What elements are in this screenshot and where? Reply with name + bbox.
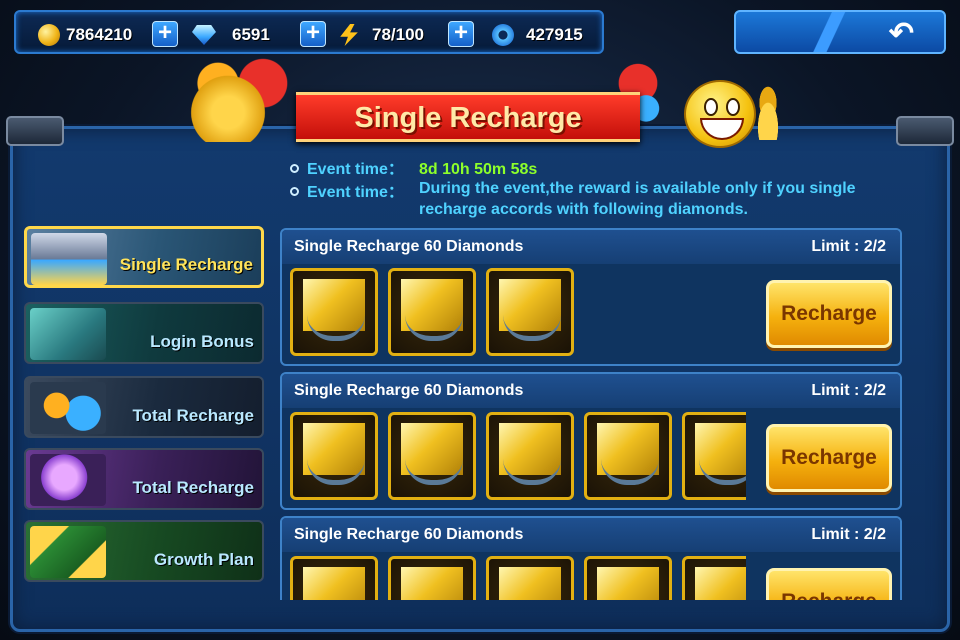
tab-label: Total Recharge <box>132 406 254 425</box>
gold-crystal-icon <box>695 567 746 600</box>
back-button[interactable]: ↶ <box>734 10 946 54</box>
event-countdown: Event time： 8d 10h 50m 58s <box>290 155 537 179</box>
smiley-eye-right <box>726 98 740 116</box>
tab-label: Login Bonus <box>150 332 254 351</box>
reward-item-slot[interactable] <box>388 268 476 356</box>
frame-cap-left <box>6 116 64 146</box>
add-energy-button[interactable]: + <box>448 21 474 47</box>
bullet-icon <box>290 187 299 196</box>
reward-items <box>290 556 746 600</box>
reward-row: Single Recharge 60 Diamonds Limit : 2/2 … <box>280 372 902 510</box>
reward-item-slot[interactable] <box>290 268 378 356</box>
treasure-chest-icon <box>31 233 107 285</box>
tab-label: Growth Plan <box>153 550 254 569</box>
tab-login-bonus[interactable]: Login Bonus <box>24 302 264 364</box>
gift-coins-decoration <box>188 58 288 142</box>
reward-item-slot[interactable] <box>290 412 378 500</box>
recharge-button[interactable]: Recharge <box>766 424 892 492</box>
frame-cap-right <box>896 116 954 146</box>
event-time-value: 8d 10h 50m 58s <box>419 161 538 178</box>
tab-label: Total Recharge <box>132 478 254 497</box>
reward-item-slot[interactable] <box>486 412 574 500</box>
reward-limit: Limit : 2/2 <box>811 382 886 399</box>
gear-icon <box>492 24 514 46</box>
resource-bar: 7864210 + 6591 + 78/100 + 427915 <box>14 10 604 54</box>
add-diamonds-button[interactable]: + <box>300 21 326 47</box>
gold-crystal-icon <box>499 567 561 600</box>
reward-title: Single Recharge 60 Diamonds <box>294 526 524 543</box>
tab-growth-plan[interactable]: Growth Plan <box>24 520 264 582</box>
reward-limit: Limit : 2/2 <box>811 238 886 255</box>
gold-crystal-icon <box>401 567 463 600</box>
reward-limit: Limit : 2/2 <box>811 526 886 543</box>
reward-item-slot[interactable] <box>584 412 672 500</box>
reward-item-slot[interactable] <box>682 412 746 500</box>
reward-items <box>290 412 746 502</box>
back-button-stripe <box>796 12 866 52</box>
reward-item-slot[interactable] <box>290 556 378 600</box>
recharge-button[interactable]: Recharge <box>766 568 892 600</box>
add-gold-button[interactable]: + <box>152 21 178 47</box>
gear-value: 427915 <box>526 25 583 44</box>
gold-crystal-icon <box>303 567 365 600</box>
tab-label: Single Recharge <box>119 255 253 274</box>
reward-item-slot[interactable] <box>388 556 476 600</box>
energy-counter: 78/100 <box>338 22 424 48</box>
back-arrow-icon: ↶ <box>888 17 914 50</box>
treasure-box-icon <box>30 526 106 578</box>
bullet-icon <box>290 164 299 173</box>
gold-value: 7864210 <box>66 25 133 44</box>
smiley-mascot-icon <box>684 80 756 148</box>
event-rule-text: During the event,the reward is available… <box>419 180 856 218</box>
gift-box-icon <box>30 382 106 434</box>
reward-list[interactable]: Single Recharge 60 Diamonds Limit : 2/2 … <box>272 222 910 600</box>
recharge-button[interactable]: Recharge <box>766 280 892 348</box>
reward-item-slot[interactable] <box>388 412 476 500</box>
reward-row-header: Single Recharge 60 Diamonds Limit : 2/2 <box>282 518 900 552</box>
gold-crystal-icon <box>597 567 659 600</box>
page-title: Single Recharge <box>354 102 582 134</box>
reward-items <box>290 268 746 358</box>
title-banner: Single Recharge <box>296 92 640 142</box>
reward-item-slot[interactable] <box>584 556 672 600</box>
reward-title: Single Recharge 60 Diamonds <box>294 238 524 255</box>
reward-row-header: Single Recharge 60 Diamonds Limit : 2/2 <box>282 374 900 408</box>
reward-item-slot[interactable] <box>682 556 746 600</box>
coin-icon <box>38 24 60 46</box>
wing-ornament-icon <box>307 315 365 341</box>
reward-row: Single Recharge 60 Diamonds Limit : 2/2 … <box>280 516 902 600</box>
reward-row: Single Recharge 60 Diamonds Limit : 2/2 … <box>280 228 902 366</box>
reward-item-slot[interactable] <box>486 556 574 600</box>
diamond-counter: 6591 <box>192 22 270 48</box>
diamond-icon <box>192 25 216 45</box>
wing-ornament-icon <box>405 315 463 341</box>
reward-item-slot[interactable] <box>486 268 574 356</box>
wing-ornament-icon <box>405 459 463 485</box>
energy-value: 78/100 <box>372 25 424 44</box>
wing-ornament-icon <box>503 459 561 485</box>
smiley-mouth <box>700 118 744 140</box>
tab-single-recharge[interactable]: Single Recharge <box>24 226 264 288</box>
gold-counter: 7864210 <box>38 22 132 48</box>
diamond-value: 6591 <box>232 25 270 44</box>
wing-ornament-icon <box>601 459 659 485</box>
login-key-icon <box>30 308 106 360</box>
wing-ornament-icon <box>699 459 746 485</box>
purple-diamond-icon <box>30 454 106 506</box>
reward-row-header: Single Recharge 60 Diamonds Limit : 2/2 <box>282 230 900 264</box>
event-time-label: Event time： <box>307 161 404 178</box>
reward-title: Single Recharge 60 Diamonds <box>294 382 524 399</box>
wing-ornament-icon <box>307 459 365 485</box>
event-rule: Event time： <box>290 178 419 202</box>
tab-total-recharge-1[interactable]: Total Recharge <box>24 376 264 438</box>
gear-counter: 427915 <box>492 22 583 48</box>
event-rule-label: Event time： <box>307 184 404 201</box>
tab-total-recharge-2[interactable]: Total Recharge <box>24 448 264 510</box>
wing-ornament-icon <box>503 315 561 341</box>
lightning-icon <box>340 24 358 46</box>
smiley-eye-left <box>704 98 718 116</box>
